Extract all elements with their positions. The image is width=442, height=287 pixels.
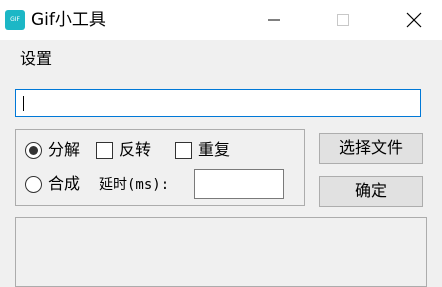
select-file-button[interactable]: 选择文件 [319,133,423,164]
output-area[interactable] [15,217,427,287]
gif-app-icon: GIF [5,10,25,30]
main-panel: 分解 反转 重复 合成 延时(ms): 选择文件 确定 [0,76,442,287]
delay-input[interactable] [194,169,284,199]
combine-radio[interactable] [25,176,42,193]
reverse-checkbox[interactable] [96,142,113,159]
minimize-icon [268,19,280,21]
minimize-button[interactable] [251,0,297,40]
split-radio[interactable] [25,142,42,159]
reverse-label: 反转 [119,140,152,159]
menu-bar: 设置 [0,40,442,76]
confirm-button[interactable]: 确定 [319,176,423,207]
combine-label: 合成 [48,174,81,193]
window-title: Gif小工具 [31,10,106,30]
options-group: 分解 反转 重复 合成 延时(ms): [15,129,305,206]
repeat-checkbox[interactable] [175,142,192,159]
split-label: 分解 [48,140,81,159]
repeat-label: 重复 [198,140,231,159]
delay-label: 延时(ms): [99,177,170,193]
maximize-button [320,0,366,40]
menu-item-settings[interactable]: 设置 [20,49,52,69]
text-caret [23,96,24,111]
close-icon [406,12,422,28]
maximize-icon [337,14,349,26]
radio-selected-dot [29,146,38,155]
close-button[interactable] [391,0,437,40]
file-path-input[interactable] [15,89,421,117]
title-bar: GIF Gif小工具 [0,0,442,40]
